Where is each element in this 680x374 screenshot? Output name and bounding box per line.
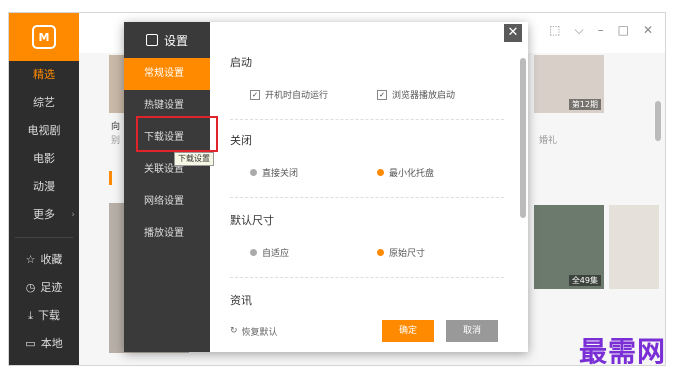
logo-icon: M <box>32 25 56 49</box>
sidebar-item-featured[interactable]: 精选 <box>9 61 79 89</box>
sidebar: M 精选 综艺 电视剧 电影 动漫 更多 › ☆ 收藏 ◷ 足迹 ⤓ 下载 ▭ 本地 <box>9 13 79 365</box>
settings-panel: ✕ 启动 ✓ 开机时自动运行 ✓ 浏览器播放启动 关闭 直接关闭 最小化托盘 默认尺… <box>210 22 528 352</box>
sidebar-item-variety[interactable]: 综艺 <box>9 89 79 117</box>
main-nav: 精选 综艺 电视剧 电影 动漫 更多 › <box>9 61 79 229</box>
episode-badge: 第12期 <box>568 99 601 110</box>
menu-chevron-icon[interactable]: ⌵ <box>574 23 583 38</box>
sidebar-item-anime[interactable]: 动漫 <box>9 173 79 201</box>
section-divider <box>230 119 504 120</box>
section-title: 关闭 <box>230 134 252 147</box>
video-thumbnail[interactable]: 全49集 <box>534 205 604 289</box>
maximize-icon[interactable]: □ <box>618 23 629 38</box>
original-size-radio[interactable]: 原始尺寸 <box>377 246 504 259</box>
radio-on-icon <box>377 249 384 256</box>
settings-sidebar: 设置 常规设置 热键设置 下载设置 关联设置 网络设置 播放设置 <box>124 22 210 352</box>
minimize-icon[interactable]: – <box>598 23 604 38</box>
close-icon[interactable]: ✕ <box>504 24 522 42</box>
close-direct-radio[interactable]: 直接关闭 <box>250 166 377 179</box>
settings-icon <box>146 34 158 46</box>
settings-title: 设置 <box>124 22 210 58</box>
sidebar-item-movie[interactable]: 电影 <box>9 145 79 173</box>
sidebar-item-downloads[interactable]: ⤓ 下载 <box>9 302 79 330</box>
video-title-fragment: 向 <box>111 122 121 132</box>
checkbox-checked-icon: ✓ <box>377 89 387 100</box>
video-subtitle-fragment: 别 <box>111 136 121 146</box>
minimize-tray-radio[interactable]: 最小化托盘 <box>377 166 504 179</box>
settings-scrollbar[interactable] <box>520 58 526 218</box>
clock-icon: ◷ <box>25 281 36 294</box>
skin-icon[interactable]: ⬚ <box>549 23 560 38</box>
checkbox-checked-icon: ✓ <box>250 89 260 100</box>
video-thumbnail[interactable]: 第12期 <box>534 55 604 113</box>
sidebar-item-tv[interactable]: 电视剧 <box>9 117 79 145</box>
download-icon: ⤓ <box>28 309 33 322</box>
section-title: 默认尺寸 <box>230 214 274 227</box>
app-logo[interactable]: M <box>9 13 79 61</box>
cancel-button[interactable]: 取消 <box>446 320 498 342</box>
refresh-icon: ↻ <box>230 326 238 336</box>
news-section: 资讯 <box>230 292 504 308</box>
restore-default-button[interactable]: ↻ 恢复默认 <box>230 325 278 338</box>
close-window-icon[interactable]: ✕ <box>643 23 653 38</box>
window-controls: ⬚ ⌵ – □ ✕ <box>549 23 653 38</box>
browser-launch-checkbox[interactable]: ✓ 浏览器播放启动 <box>377 88 504 101</box>
radio-off-icon <box>250 169 257 176</box>
highlight-box <box>136 116 218 152</box>
library-nav: ☆ 收藏 ◷ 足迹 ⤓ 下载 ▭ 本地 <box>9 246 79 358</box>
chevron-right-icon: › <box>71 210 75 220</box>
video-thumbnail[interactable] <box>609 205 659 289</box>
sidebar-item-history[interactable]: ◷ 足迹 <box>9 274 79 302</box>
video-subtitle-fragment: 婚礼 <box>539 136 558 146</box>
sidebar-item-local[interactable]: ▭ 本地 <box>9 330 79 358</box>
watermark: 最需网 <box>578 335 666 368</box>
star-icon: ☆ <box>25 253 36 266</box>
episode-badge: 全49集 <box>568 275 601 286</box>
section-title: 资讯 <box>230 294 252 307</box>
adaptive-size-radio[interactable]: 自适应 <box>250 246 377 259</box>
autostart-checkbox[interactable]: ✓ 开机时自动运行 <box>250 88 377 101</box>
content-scrollbar[interactable] <box>655 101 661 141</box>
size-section: 默认尺寸 自适应 原始尺寸 <box>230 212 504 278</box>
settings-tab-network[interactable]: 网络设置 <box>124 186 210 218</box>
settings-footer: ↻ 恢复默认 确定 取消 <box>230 320 504 342</box>
tooltip: 下载设置 <box>174 152 214 166</box>
sidebar-item-more[interactable]: 更多 › <box>9 201 79 229</box>
ok-button[interactable]: 确定 <box>382 320 434 342</box>
settings-dialog: 设置 常规设置 热键设置 下载设置 关联设置 网络设置 播放设置 下载设置 ✕ … <box>124 22 528 352</box>
sidebar-item-favorites[interactable]: ☆ 收藏 <box>9 246 79 274</box>
settings-tab-general[interactable]: 常规设置 <box>124 58 210 90</box>
sidebar-divider <box>15 237 73 238</box>
radio-off-icon <box>250 249 257 256</box>
startup-section: 启动 ✓ 开机时自动运行 ✓ 浏览器播放启动 <box>230 54 504 120</box>
close-section: 关闭 直接关闭 最小化托盘 <box>230 132 504 198</box>
section-title: 启动 <box>230 56 252 69</box>
section-divider <box>230 277 504 278</box>
section-divider <box>230 197 504 198</box>
section-marker <box>109 171 112 185</box>
settings-tab-playback[interactable]: 播放设置 <box>124 218 210 250</box>
radio-on-icon <box>377 169 384 176</box>
folder-icon: ▭ <box>25 337 36 350</box>
